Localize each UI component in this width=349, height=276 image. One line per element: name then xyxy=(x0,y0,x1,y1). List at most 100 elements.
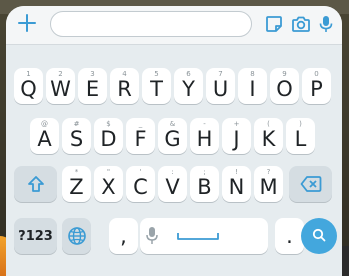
key-hint: 7 xyxy=(218,70,223,78)
key-label: V xyxy=(165,175,180,199)
space-bar[interactable] xyxy=(140,218,268,254)
key-hint: ! xyxy=(235,168,238,176)
microphone-icon xyxy=(146,226,158,246)
key-label: Z xyxy=(69,175,84,199)
key-label: N xyxy=(228,175,245,199)
language-key[interactable] xyxy=(62,218,91,254)
key-m[interactable]: ? M xyxy=(254,166,283,202)
shift-key[interactable] xyxy=(14,166,57,202)
key-label: B xyxy=(197,175,212,199)
keyboard: 1Q 2W 3E 4R 5T 6Y 7U 8I 9O 0P @ A # S $ D _… xyxy=(6,48,342,276)
key-f[interactable]: _ F xyxy=(126,118,155,154)
period-key[interactable]: . xyxy=(275,218,304,254)
key-hint: 4 xyxy=(122,70,127,78)
key-hint: " xyxy=(106,168,111,176)
key-hint: ) xyxy=(299,120,302,128)
key-label: P xyxy=(310,77,323,101)
key-hint: ( xyxy=(267,120,270,128)
key-label: F xyxy=(134,127,147,151)
backspace-icon xyxy=(300,175,322,193)
period-key-label: . xyxy=(286,224,293,248)
key-k[interactable]: (K xyxy=(254,118,283,154)
key-y[interactable]: 6Y xyxy=(174,68,203,104)
key-n[interactable]: ! N xyxy=(222,166,251,202)
key-w[interactable]: 2W xyxy=(46,68,75,104)
key-label: O xyxy=(276,77,293,101)
space-bar-icon xyxy=(176,231,220,241)
key-label: J xyxy=(233,127,240,151)
key-x[interactable]: " X xyxy=(94,166,123,202)
key-hint: 9 xyxy=(282,70,287,78)
key-label: Y xyxy=(182,77,195,101)
key-label: U xyxy=(212,77,229,101)
key-hint: - xyxy=(203,120,206,128)
key-hint: _ xyxy=(138,120,143,128)
key-hint: 3 xyxy=(90,70,95,78)
camera-icon[interactable] xyxy=(291,14,311,34)
key-hint: & xyxy=(169,120,176,128)
key-hint: @ xyxy=(41,120,48,128)
key-hint: + xyxy=(233,120,240,128)
key-hint: ' xyxy=(139,168,142,176)
key-label: H xyxy=(196,127,213,151)
globe-icon xyxy=(67,226,87,246)
key-r[interactable]: 4R xyxy=(110,68,139,104)
key-label: G xyxy=(164,127,181,151)
key-hint: * xyxy=(74,168,79,176)
key-g[interactable]: & G xyxy=(158,118,187,154)
search-icon xyxy=(312,227,326,246)
search-key[interactable] xyxy=(301,218,337,254)
key-d[interactable]: $ D xyxy=(94,118,123,154)
key-o[interactable]: 9O xyxy=(270,68,299,104)
microphone-icon[interactable] xyxy=(316,14,336,34)
key-hint: ; xyxy=(203,168,206,176)
key-label: S xyxy=(69,127,84,151)
key-label: K xyxy=(261,127,276,151)
key-t[interactable]: 5T xyxy=(142,68,171,104)
key-s[interactable]: # S xyxy=(62,118,91,154)
comma-key-label: , xyxy=(120,224,127,248)
key-hint: $ xyxy=(106,120,111,128)
key-hint: 8 xyxy=(250,70,255,78)
symbols-key-label: ?123 xyxy=(18,228,53,244)
key-label: W xyxy=(50,77,71,101)
key-v[interactable]: :V xyxy=(158,166,187,202)
comma-key[interactable]: , xyxy=(109,218,138,254)
key-u[interactable]: 7U xyxy=(206,68,235,104)
key-b[interactable]: ; B xyxy=(190,166,219,202)
key-z[interactable]: * Z xyxy=(62,166,91,202)
key-q[interactable]: 1Q xyxy=(14,68,43,104)
plus-icon[interactable] xyxy=(16,12,38,34)
key-hint: : xyxy=(171,168,174,176)
key-label: E xyxy=(85,77,100,101)
key-label: C xyxy=(133,175,148,199)
message-input[interactable] xyxy=(50,11,252,37)
key-j[interactable]: + J xyxy=(222,118,251,154)
key-p[interactable]: 0P xyxy=(302,68,331,104)
key-hint: 5 xyxy=(154,70,159,78)
key-label: I xyxy=(249,77,256,101)
key-label: A xyxy=(37,127,52,151)
message-input-bar xyxy=(6,6,342,45)
backspace-key[interactable] xyxy=(289,166,332,202)
key-c[interactable]: ' C xyxy=(126,166,155,202)
key-e[interactable]: 3E xyxy=(78,68,107,104)
key-hint: 6 xyxy=(186,70,191,78)
sticker-icon[interactable] xyxy=(264,14,284,34)
shift-arrow-icon xyxy=(26,174,46,194)
key-a[interactable]: @ A xyxy=(30,118,59,154)
key-hint: 1 xyxy=(26,70,31,78)
key-hint: # xyxy=(73,120,80,128)
key-label: D xyxy=(100,127,117,151)
key-hint: 2 xyxy=(58,70,63,78)
symbols-key[interactable]: ?123 xyxy=(14,218,57,254)
key-label: Q xyxy=(20,77,37,101)
key-h[interactable]: -H xyxy=(190,118,219,154)
key-l[interactable]: ) L xyxy=(286,118,315,154)
key-label: T xyxy=(150,77,163,101)
key-i[interactable]: 8I xyxy=(238,68,267,104)
key-label: L xyxy=(294,127,307,151)
keyboard-panel: 1Q 2W 3E 4R 5T 6Y 7U 8I 9O 0P @ A # S $ D _… xyxy=(6,6,342,276)
key-hint: ? xyxy=(266,168,271,176)
key-label: M xyxy=(259,175,278,199)
